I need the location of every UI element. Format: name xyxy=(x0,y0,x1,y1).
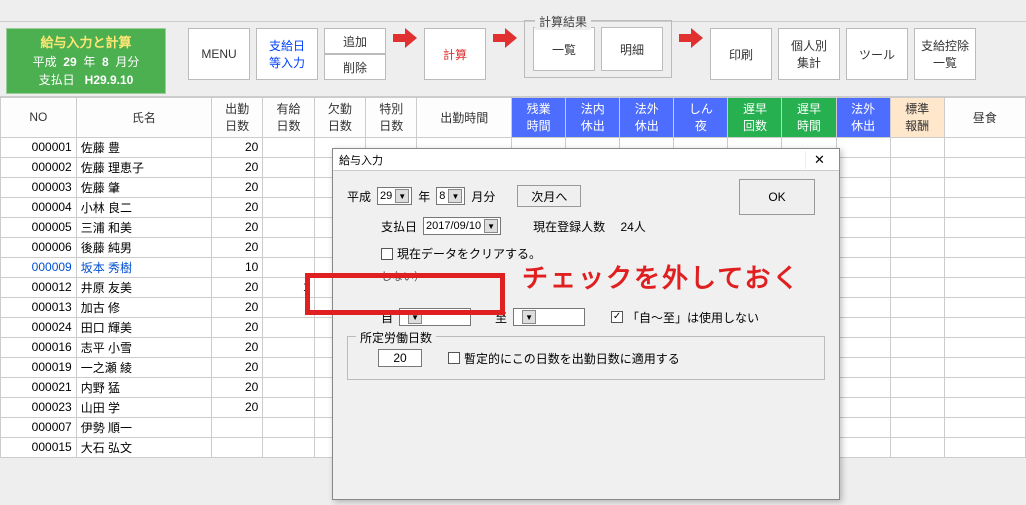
col-shin[interactable]: しん 夜 xyxy=(674,97,728,137)
arrow-icon xyxy=(392,28,418,48)
toroku-label: 現在登録人数 xyxy=(533,218,605,235)
zantei-checkbox[interactable]: 暫定的にこの日数を出勤日数に適用する xyxy=(448,350,680,367)
col-name[interactable]: 氏名 xyxy=(76,97,211,137)
ichiran-button[interactable]: 一覧 xyxy=(533,27,595,71)
kyuyo-nyuryoku-dialog: 給与入力 ✕ OK 平成 29▼ 年 8▼ 月分 次月へ 支払日 2017/09… xyxy=(332,148,840,500)
clear-data-checkbox[interactable]: 現在データをクリアする。 xyxy=(381,245,541,262)
shikyubi-button[interactable]: 支給日 等入力 xyxy=(256,28,318,80)
arrow-icon xyxy=(492,28,518,48)
next-month-button[interactable]: 次月へ xyxy=(517,185,581,207)
col-kekkin[interactable]: 欠勤 日数 xyxy=(314,97,365,137)
shotei-days-input[interactable] xyxy=(378,349,422,367)
col-hogai2[interactable]: 法外 休出 xyxy=(836,97,890,137)
col-honai[interactable]: 法内 休出 xyxy=(566,97,620,137)
col-jikan[interactable]: 出勤時間 xyxy=(417,97,512,137)
to-dropdown[interactable]: ▼ xyxy=(513,308,585,326)
delete-button[interactable]: 削除 xyxy=(324,54,386,80)
jishi-disable-checkbox[interactable]: ✓ 「自～至」は使用しない xyxy=(611,309,759,326)
col-tokubetsu[interactable]: 特別 日数 xyxy=(366,97,417,137)
tool-button[interactable]: ツール xyxy=(846,28,908,80)
col-hogai[interactable]: 法外 休出 xyxy=(620,97,674,137)
era-label: 平成 xyxy=(347,188,371,205)
col-chisoo-jikan[interactable]: 遅早 時間 xyxy=(782,97,836,137)
col-shukkin[interactable]: 出勤 日数 xyxy=(211,97,262,137)
col-no[interactable]: NO xyxy=(1,97,77,137)
col-zangyo[interactable]: 残業 時間 xyxy=(512,97,566,137)
shiharai-label: 支払日 xyxy=(381,218,417,235)
annotation-rect xyxy=(305,273,505,315)
col-hyojun[interactable]: 標準 報酬 xyxy=(890,97,944,137)
year-dropdown[interactable]: 29▼ xyxy=(377,187,412,205)
insatsu-button[interactable]: 印刷 xyxy=(710,28,772,80)
shikyu-kojo-button[interactable]: 支給控除 一覧 xyxy=(914,28,976,80)
add-button[interactable]: 追加 xyxy=(324,28,386,54)
keisan-kekka-group: 計算結果 一覧 明細 xyxy=(524,20,672,78)
close-icon[interactable]: ✕ xyxy=(805,151,833,169)
col-chushoku[interactable]: 昼食 xyxy=(944,97,1025,137)
arrow-icon xyxy=(678,28,704,48)
menu-button[interactable]: MENU xyxy=(188,28,250,80)
title-box: 給与入力と計算 平成 29 年 8 月分 支払日 H29.9.10 xyxy=(6,28,166,94)
keisan-button[interactable]: 計算 xyxy=(424,28,486,80)
dialog-title: 給与入力 xyxy=(339,152,383,168)
annotation-text: チェックを外しておく xyxy=(522,258,800,295)
col-yukyu[interactable]: 有給 日数 xyxy=(263,97,314,137)
kojin-button[interactable]: 個人別 集計 xyxy=(778,28,840,80)
shotei-group: 所定労働日数 暫定的にこの日数を出勤日数に適用する xyxy=(347,336,825,380)
ok-button[interactable]: OK xyxy=(739,179,815,215)
toroku-count: 24人 xyxy=(620,218,645,235)
meisai-button[interactable]: 明細 xyxy=(601,27,663,71)
month-dropdown[interactable]: 8▼ xyxy=(436,187,465,205)
pay-date-dropdown[interactable]: 2017/09/10▼ xyxy=(423,217,501,235)
col-chisoo-kai[interactable]: 遅早 回数 xyxy=(728,97,782,137)
